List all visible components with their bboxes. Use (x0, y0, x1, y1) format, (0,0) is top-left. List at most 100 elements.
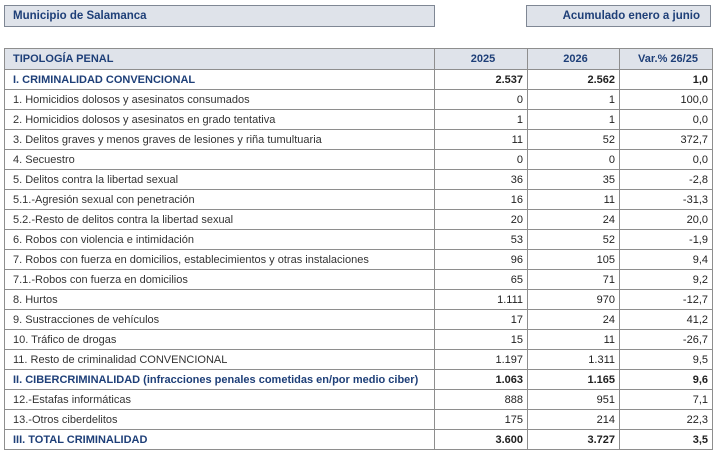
row-label: 4. Secuestro (4, 149, 435, 170)
value-2026: 3.727 (527, 429, 620, 450)
value-2026: 52 (527, 229, 620, 250)
municipality-label: Municipio de Salamanca (4, 5, 435, 27)
value-variation: -26,7 (619, 329, 713, 350)
row-label: 5.2.-Resto de delitos contra la libertad… (4, 209, 435, 230)
value-variation: 9,4 (619, 249, 713, 270)
row-label: 2. Homicidios dolosos y asesinatos en gr… (4, 109, 435, 130)
value-2026: 35 (527, 169, 620, 190)
column-header-2025: 2025 (434, 48, 528, 70)
value-2025: 1 (434, 109, 528, 130)
value-2025: 15 (434, 329, 528, 350)
value-2025: 11 (434, 129, 528, 150)
row-label: 7. Robos con fuerza en domicilios, estab… (4, 249, 435, 270)
table-row: 5.1.-Agresión sexual con penetración 16 11… (4, 189, 713, 210)
column-header-variation: Var.% 26/25 (619, 48, 713, 70)
value-2026: 2.562 (527, 69, 620, 90)
table-row: 2. Homicidios dolosos y asesinatos en gr… (4, 109, 713, 130)
value-2026: 71 (527, 269, 620, 290)
row-label: 12.-Estafas informáticas (4, 389, 435, 410)
value-2025: 65 (434, 269, 528, 290)
row-label: II. CIBERCRIMINALIDAD (infracciones pena… (4, 369, 435, 390)
table-section-row: II. CIBERCRIMINALIDAD (infracciones pena… (4, 369, 713, 390)
value-2026: 24 (527, 209, 620, 230)
value-2026: 1.165 (527, 369, 620, 390)
value-2026: 970 (527, 289, 620, 310)
value-variation: -1,9 (619, 229, 713, 250)
value-2025: 175 (434, 409, 528, 430)
value-2026: 214 (527, 409, 620, 430)
value-variation: 100,0 (619, 89, 713, 110)
value-2026: 1 (527, 89, 620, 110)
crime-statistics-table: TIPOLOGÍA PENAL 2025 2026 Var.% 26/25 I.… (4, 48, 713, 450)
value-2025: 16 (434, 189, 528, 210)
row-label: 6. Robos con violencia e intimidación (4, 229, 435, 250)
value-2025: 0 (434, 149, 528, 170)
table-section-row: III. TOTAL CRIMINALIDAD 3.600 3.727 3,5 (4, 429, 713, 450)
row-label: 7.1.-Robos con fuerza en domicilios (4, 269, 435, 290)
row-label: 8. Hurtos (4, 289, 435, 310)
row-label: 3. Delitos graves y menos graves de lesi… (4, 129, 435, 150)
value-variation: 0,0 (619, 149, 713, 170)
value-2025: 17 (434, 309, 528, 330)
value-variation: 372,7 (619, 129, 713, 150)
table-row: 3. Delitos graves y menos graves de lesi… (4, 129, 713, 150)
table-row: 7.1.-Robos con fuerza en domicilios 65 71 9… (4, 269, 713, 290)
value-2025: 53 (434, 229, 528, 250)
table-row: 1. Homicidios dolosos y asesinatos consu… (4, 89, 713, 110)
value-variation: -12,7 (619, 289, 713, 310)
table-row: 10. Tráfico de drogas 15 11 -26,7 (4, 329, 713, 350)
value-2026: 951 (527, 389, 620, 410)
row-label: 1. Homicidios dolosos y asesinatos consu… (4, 89, 435, 110)
row-label: 11. Resto de criminalidad CONVENCIONAL (4, 349, 435, 370)
value-2026: 0 (527, 149, 620, 170)
value-variation: 9,6 (619, 369, 713, 390)
row-label: 13.-Otros ciberdelitos (4, 409, 435, 430)
value-2026: 11 (527, 329, 620, 350)
table-row: 9. Sustracciones de vehículos 17 24 41,2 (4, 309, 713, 330)
row-label: 9. Sustracciones de vehículos (4, 309, 435, 330)
value-2025: 36 (434, 169, 528, 190)
table-row: 5.2.-Resto de delitos contra la libertad… (4, 209, 713, 230)
value-variation: -2,8 (619, 169, 713, 190)
value-2025: 888 (434, 389, 528, 410)
table-section-row: I. CRIMINALIDAD CONVENCIONAL 2.537 2.562 1,… (4, 69, 713, 90)
value-2026: 11 (527, 189, 620, 210)
row-label: 10. Tráfico de drogas (4, 329, 435, 350)
table-row: 7. Robos con fuerza en domicilios, estab… (4, 249, 713, 270)
table-row: 13.-Otros ciberdelitos 175 214 22,3 (4, 409, 713, 430)
value-variation: 20,0 (619, 209, 713, 230)
value-2026: 24 (527, 309, 620, 330)
table-row: 12.-Estafas informáticas 888 951 7,1 (4, 389, 713, 410)
value-2025: 96 (434, 249, 528, 270)
table-row: 6. Robos con violencia e intimidación 53 5… (4, 229, 713, 250)
value-2026: 1 (527, 109, 620, 130)
value-2025: 3.600 (434, 429, 528, 450)
value-variation: 22,3 (619, 409, 713, 430)
value-variation: 1,0 (619, 69, 713, 90)
value-2025: 0 (434, 89, 528, 110)
value-2025: 20 (434, 209, 528, 230)
value-variation: -31,3 (619, 189, 713, 210)
value-2026: 1.311 (527, 349, 620, 370)
table-row: 5. Delitos contra la libertad sexual 36 35… (4, 169, 713, 190)
column-header-2026: 2026 (527, 48, 620, 70)
value-2025: 1.111 (434, 289, 528, 310)
value-variation: 9,5 (619, 349, 713, 370)
value-2025: 1.063 (434, 369, 528, 390)
table-row: 11. Resto de criminalidad CONVENCIONAL 1.… (4, 349, 713, 370)
row-label: 5. Delitos contra la libertad sexual (4, 169, 435, 190)
column-header-tipologia: TIPOLOGÍA PENAL (4, 48, 435, 70)
row-label: I. CRIMINALIDAD CONVENCIONAL (4, 69, 435, 90)
value-variation: 41,2 (619, 309, 713, 330)
value-2026: 105 (527, 249, 620, 270)
value-variation: 9,2 (619, 269, 713, 290)
value-2025: 1.197 (434, 349, 528, 370)
value-variation: 7,1 (619, 389, 713, 410)
value-2025: 2.537 (434, 69, 528, 90)
value-variation: 3,5 (619, 429, 713, 450)
table-body: I. CRIMINALIDAD CONVENCIONAL 2.537 2.562 1,… (4, 69, 713, 450)
value-2026: 52 (527, 129, 620, 150)
table-row: 8. Hurtos 1.111 970 -12,7 (4, 289, 713, 310)
table-row: 4. Secuestro 0 0 0,0 (4, 149, 713, 170)
value-variation: 0,0 (619, 109, 713, 130)
